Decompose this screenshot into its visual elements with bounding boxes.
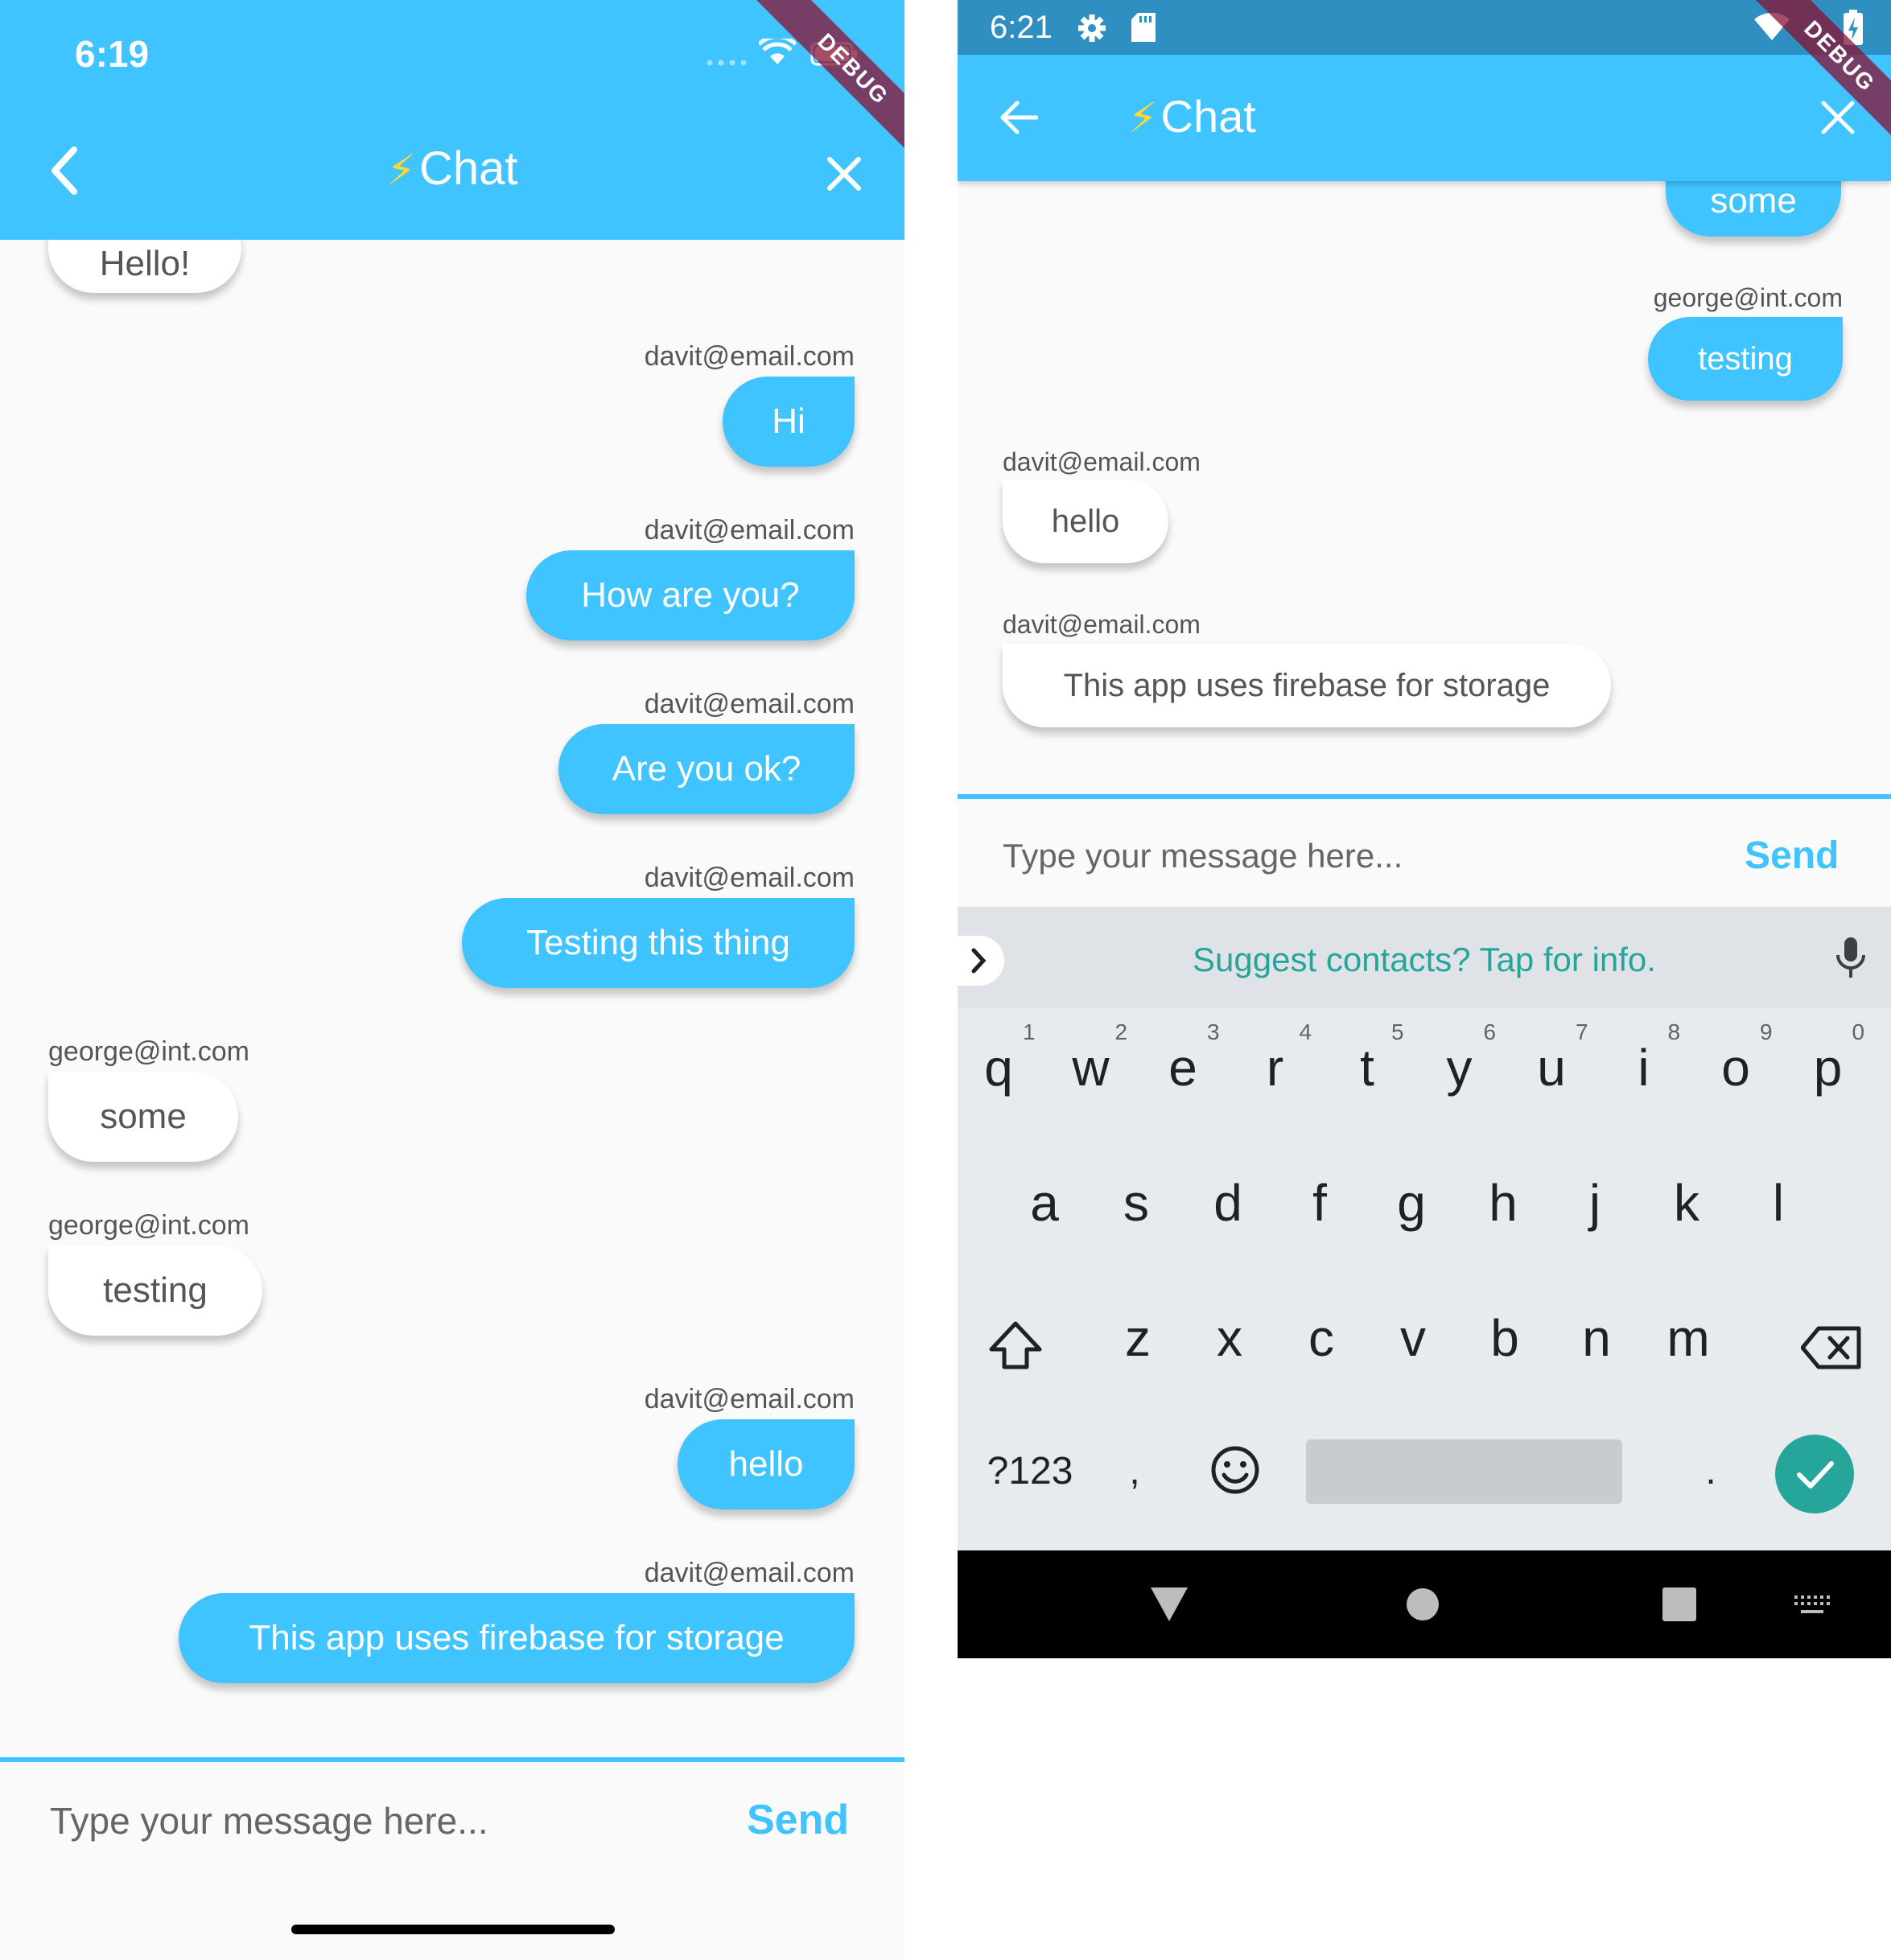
key-c[interactable]: c bbox=[1281, 1298, 1362, 1378]
message-sender: davit@email.com bbox=[644, 689, 855, 719]
emoji-icon[interactable] bbox=[1209, 1444, 1261, 1496]
message-sender: george@int.com bbox=[48, 1210, 249, 1241]
message-sender: davit@email.com bbox=[644, 341, 855, 372]
message-sender: george@int.com bbox=[48, 1036, 249, 1067]
android-app-bar: ⚡Chat bbox=[958, 55, 1891, 181]
page-title: ⚡Chat bbox=[1128, 90, 1256, 142]
key-number-hint: 5 bbox=[1391, 1019, 1404, 1044]
key-s[interactable]: s bbox=[1096, 1163, 1176, 1243]
space-bar[interactable] bbox=[1306, 1439, 1622, 1504]
message-bubble: How are you? bbox=[526, 550, 855, 640]
key-z[interactable]: z bbox=[1098, 1298, 1178, 1378]
suggestion-strip: Suggest contacts? Tap for info. bbox=[958, 907, 1891, 1008]
back-arrow-icon[interactable] bbox=[999, 100, 1038, 135]
wifi-icon bbox=[759, 39, 796, 64]
nav-home-circle-icon[interactable] bbox=[1406, 1587, 1440, 1621]
keyboard-switch-icon[interactable] bbox=[1793, 1594, 1830, 1616]
key-number-hint: 4 bbox=[1299, 1019, 1312, 1044]
lightning-bolt-icon: ⚡ bbox=[1128, 95, 1158, 142]
key-j[interactable]: j bbox=[1555, 1163, 1635, 1243]
key-l[interactable]: l bbox=[1738, 1163, 1819, 1243]
key-number-hint: 8 bbox=[1667, 1019, 1681, 1044]
key-v[interactable]: v bbox=[1373, 1298, 1453, 1378]
nav-back-triangle-icon[interactable] bbox=[1149, 1586, 1189, 1623]
message-sender: davit@email.com bbox=[1003, 610, 1201, 639]
enter-key[interactable] bbox=[1775, 1435, 1854, 1513]
android-status-bar: 6:21 bbox=[958, 0, 1891, 55]
page-title-text: Chat bbox=[1160, 91, 1256, 142]
microphone-icon[interactable] bbox=[1835, 936, 1867, 981]
message-bubble: hello bbox=[1003, 480, 1168, 563]
message-sender: davit@email.com bbox=[644, 515, 855, 546]
android-screen: 6:21 ⚡Chat DEBUG some george@int.com tes… bbox=[958, 0, 1891, 1658]
key-number-hint: 3 bbox=[1207, 1019, 1220, 1044]
key-b[interactable]: b bbox=[1465, 1298, 1545, 1378]
key-k[interactable]: k bbox=[1646, 1163, 1727, 1243]
android-status-time: 6:21 bbox=[990, 10, 1053, 45]
comma-key[interactable]: , bbox=[1094, 1431, 1175, 1512]
nav-recents-square-icon[interactable] bbox=[1662, 1587, 1696, 1621]
sd-card-icon bbox=[1131, 13, 1156, 42]
ios-app-header: 6:19 ⚡Chat DEBUG bbox=[0, 0, 904, 240]
ios-screen: 6:19 ⚡Chat DEBUG Hello! davit@email.com H… bbox=[0, 0, 904, 1960]
message-sender: davit@email.com bbox=[644, 1558, 855, 1588]
key-m[interactable]: m bbox=[1648, 1298, 1728, 1378]
home-indicator bbox=[291, 1925, 615, 1934]
message-bubble: testing bbox=[48, 1246, 262, 1336]
key-n[interactable]: n bbox=[1556, 1298, 1637, 1378]
key-h[interactable]: h bbox=[1463, 1163, 1543, 1243]
key-g[interactable]: g bbox=[1371, 1163, 1452, 1243]
shift-icon[interactable] bbox=[987, 1317, 1044, 1375]
soft-keyboard: Suggest contacts? Tap for info. q1w2e3r4… bbox=[958, 907, 1891, 1550]
message-sender: davit@email.com bbox=[1003, 447, 1201, 476]
page-title-text: Chat bbox=[419, 142, 518, 195]
backspace-icon[interactable] bbox=[1801, 1325, 1862, 1370]
page-title: ⚡Chat bbox=[0, 142, 904, 196]
ios-status-time: 6:19 bbox=[75, 33, 150, 75]
key-a[interactable]: a bbox=[1004, 1163, 1085, 1243]
gear-icon bbox=[1078, 14, 1106, 42]
message-input[interactable]: Type your message here... bbox=[50, 1799, 488, 1843]
message-bubble: Hi bbox=[723, 377, 855, 467]
message-sender: davit@email.com bbox=[644, 863, 855, 893]
message-bubble: Testing this thing bbox=[462, 898, 855, 988]
symbols-key[interactable]: ?123 bbox=[974, 1431, 1086, 1512]
key-number-hint: 1 bbox=[1023, 1019, 1036, 1044]
message-bubble: some bbox=[48, 1072, 238, 1162]
key-number-hint: 7 bbox=[1576, 1019, 1588, 1044]
suggest-contacts-prompt[interactable]: Suggest contacts? Tap for info. bbox=[958, 941, 1891, 979]
message-bubble: This app uses firebase for storage bbox=[179, 1593, 855, 1683]
lightning-bolt-icon: ⚡ bbox=[386, 147, 416, 194]
message-sender: george@int.com bbox=[1653, 283, 1843, 312]
message-bubble: testing bbox=[1648, 317, 1843, 401]
input-divider bbox=[0, 1757, 904, 1762]
key-x[interactable]: x bbox=[1189, 1298, 1270, 1378]
send-button[interactable]: Send bbox=[747, 1796, 849, 1844]
key-number-hint: 0 bbox=[1852, 1019, 1865, 1044]
message-input[interactable]: Type your message here... bbox=[1003, 837, 1403, 875]
message-bubble: This app uses firebase for storage bbox=[1003, 644, 1611, 727]
key-number-hint: 2 bbox=[1114, 1019, 1128, 1044]
key-number-hint: 9 bbox=[1760, 1019, 1773, 1044]
key-number-hint: 6 bbox=[1483, 1019, 1497, 1044]
key-d[interactable]: d bbox=[1188, 1163, 1268, 1243]
close-icon[interactable] bbox=[1820, 100, 1856, 135]
close-icon[interactable] bbox=[825, 154, 863, 193]
input-divider bbox=[958, 794, 1891, 799]
message-bubble: hello bbox=[678, 1419, 855, 1509]
message-sender: davit@email.com bbox=[644, 1384, 855, 1414]
key-f[interactable]: f bbox=[1279, 1163, 1360, 1243]
checkmark-icon bbox=[1797, 1461, 1834, 1489]
signal-dots-icon bbox=[707, 60, 747, 66]
send-button[interactable]: Send bbox=[1745, 834, 1839, 878]
android-navigation-bar bbox=[958, 1550, 1891, 1658]
period-key[interactable]: . bbox=[1671, 1431, 1751, 1512]
message-bubble: Are you ok? bbox=[558, 724, 855, 814]
